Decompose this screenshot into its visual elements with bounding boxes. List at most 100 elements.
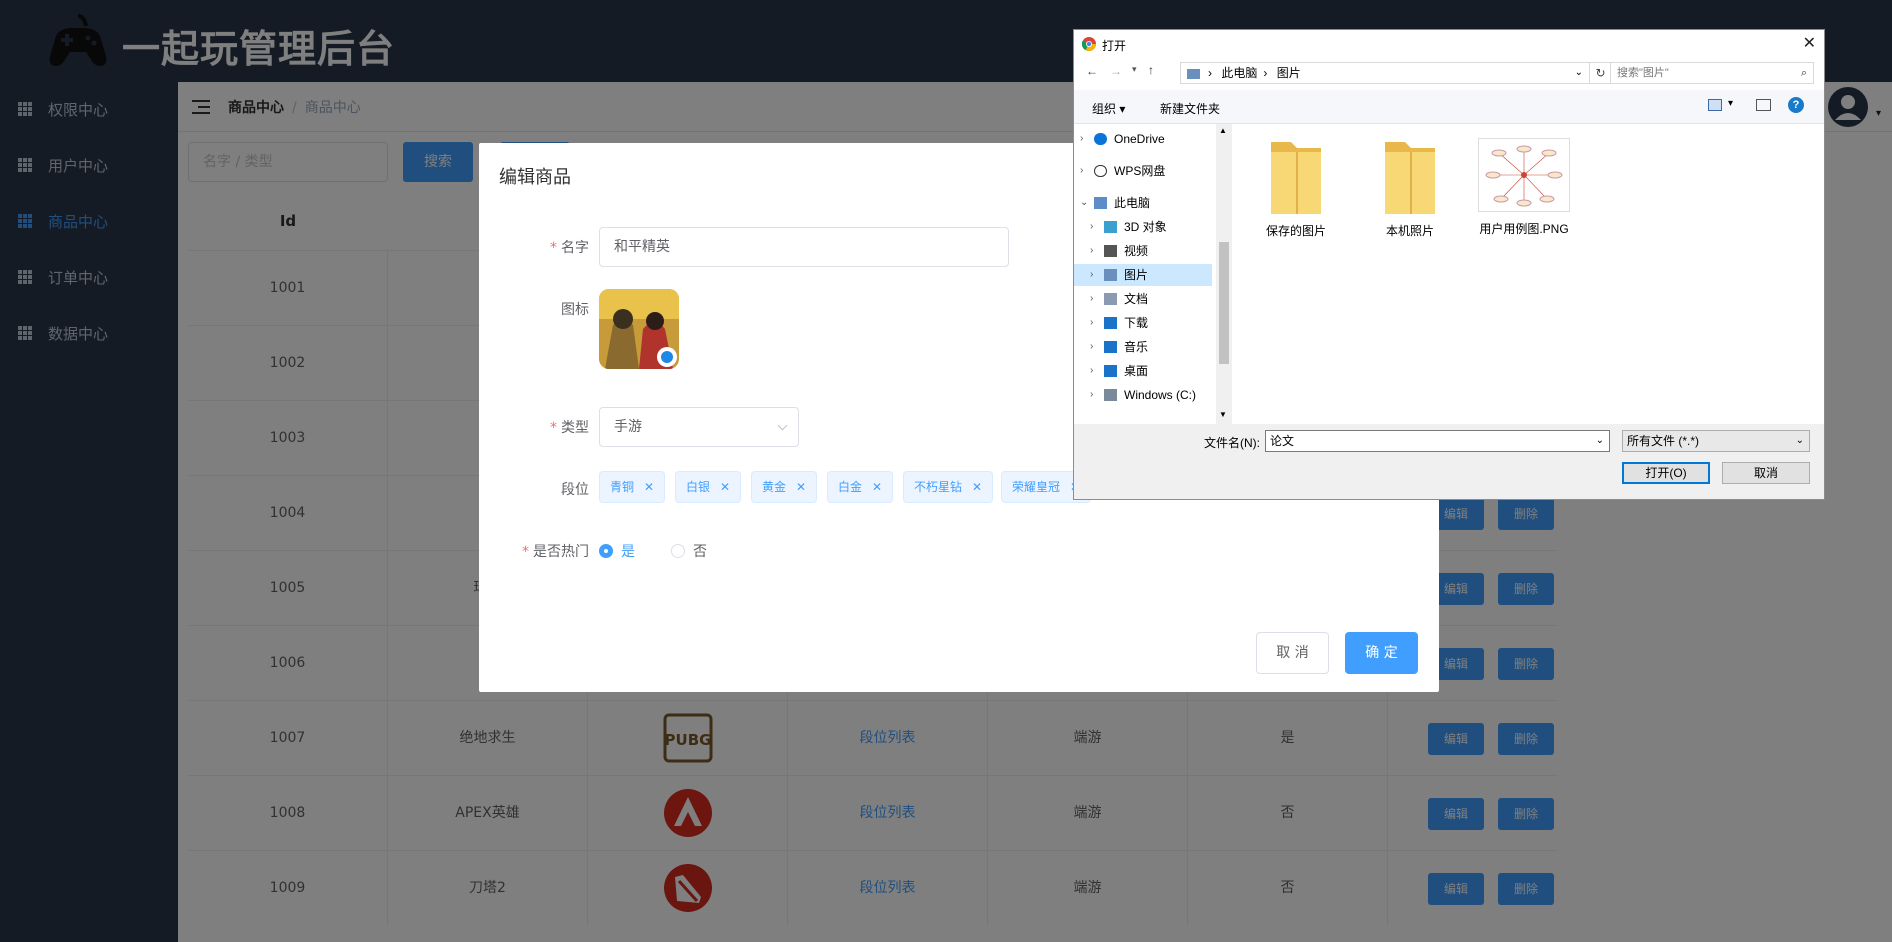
cloud-icon — [1094, 165, 1107, 177]
tree-item[interactable]: ⌄ 此电脑 — [1074, 192, 1212, 214]
pictures-icon — [1187, 68, 1200, 79]
close-icon[interactable]: ✕ — [1803, 33, 1816, 53]
address-bar[interactable]: › 此电脑 › 图片 ⌄ — [1180, 62, 1590, 84]
view-options-icon[interactable] — [1708, 99, 1722, 111]
tree-item[interactable]: › 桌面 — [1074, 360, 1212, 382]
file-item[interactable]: 用户用例图.PNG — [1474, 138, 1574, 237]
path-segment[interactable]: 图片 — [1277, 66, 1301, 80]
type-select[interactable]: 手游 — [599, 407, 799, 447]
tree-item[interactable]: › 图片 — [1074, 264, 1212, 286]
radio-checked-icon — [599, 544, 613, 558]
forward-arrow-icon[interactable]: → — [1110, 64, 1122, 78]
navigation-tree: › OneDrive › WPS网盘 ⌄ 此电脑 › 3D 对象 › 视频 › 图片 › 文档 › 下载 › 音乐… — [1074, 124, 1216, 424]
chevron-down-icon[interactable]: ⌄ — [1575, 63, 1583, 83]
chevron-down-icon[interactable]: ⌄ — [1080, 192, 1088, 214]
close-icon[interactable]: ✕ — [872, 480, 882, 494]
close-icon[interactable]: ✕ — [644, 480, 654, 494]
type-select-value: 手游 — [614, 419, 642, 435]
drive-icon — [1104, 389, 1117, 401]
tree-item[interactable]: › WPS网盘 — [1074, 160, 1212, 182]
chevron-right-icon[interactable]: › — [1080, 160, 1083, 182]
onedrive-icon — [1094, 133, 1107, 145]
dialog-cancel-button[interactable]: 取 消 — [1256, 632, 1329, 674]
chevron-right-icon[interactable]: › — [1090, 312, 1093, 334]
tree-item[interactable]: › 文档 — [1074, 288, 1212, 310]
up-arrow-icon[interactable]: ↑ — [1148, 63, 1154, 77]
game-cover-image — [599, 289, 679, 369]
icon-label: 图标 — [561, 302, 589, 318]
radio-unchecked-icon — [671, 544, 685, 558]
file-item[interactable]: 保存的图片 — [1246, 138, 1346, 239]
tree-item[interactable]: › 音乐 — [1074, 336, 1212, 358]
tree-item[interactable]: › OneDrive — [1074, 128, 1212, 150]
chevron-down-icon: ⌄ — [1795, 435, 1804, 446]
file-search-input[interactable]: 搜索"图片" ⌕ — [1610, 62, 1814, 84]
music-icon — [1104, 341, 1117, 353]
new-folder-button[interactable]: 新建文件夹 — [1160, 100, 1220, 117]
dialog-title: 编辑商品 — [499, 167, 571, 188]
download-icon — [1104, 317, 1117, 329]
back-arrow-icon[interactable]: ← — [1086, 64, 1098, 78]
dialog-confirm-button[interactable]: 确 定 — [1345, 632, 1418, 674]
name-input[interactable]: 和平精英 — [599, 227, 1009, 267]
game-icon-upload[interactable] — [599, 289, 679, 369]
scrollbar-thumb[interactable] — [1219, 242, 1229, 364]
file-dialog-titlebar: 打开 ✕ — [1074, 30, 1824, 58]
recent-chevron-icon[interactable]: ▾ — [1132, 64, 1137, 75]
chevron-down-icon[interactable]: ▾ — [1728, 98, 1733, 109]
tree-item[interactable]: › Windows (C:) — [1074, 384, 1212, 406]
chevron-right-icon[interactable]: › — [1090, 360, 1093, 382]
scroll-up-icon[interactable]: ▲ — [1219, 126, 1227, 135]
chevron-right-icon[interactable]: › — [1090, 264, 1093, 286]
file-name: 本机照片 — [1385, 224, 1434, 238]
file-list: 保存的图片 本机照片 用户用例图.PNG — [1232, 124, 1824, 424]
tree-scrollbar[interactable]: ▲ ▼ — [1216, 124, 1232, 424]
video-icon — [1104, 245, 1117, 257]
file-name: 保存的图片 — [1265, 224, 1326, 238]
filename-label: 文件名(N): — [1204, 436, 1260, 450]
close-icon[interactable]: ✕ — [796, 480, 806, 494]
3d-objects-icon — [1104, 221, 1117, 233]
open-file-button[interactable]: 打开(O) — [1622, 462, 1710, 484]
type-label: * 类型 — [550, 420, 589, 436]
file-type-select[interactable]: 所有文件 (*.*) ⌄ — [1622, 430, 1810, 452]
desktop-icon — [1104, 365, 1117, 377]
hot-radio-yes[interactable]: 是 — [599, 541, 635, 561]
tree-item-label: 桌面 — [1124, 364, 1149, 378]
tier-tag: 白金 ✕ — [827, 471, 894, 503]
path-segment[interactable]: 此电脑 — [1221, 66, 1257, 80]
chevron-right-icon[interactable]: › — [1080, 128, 1083, 150]
chevron-down-icon — [777, 420, 788, 431]
preview-pane-icon[interactable] — [1756, 99, 1771, 111]
tier-label: 段位 — [561, 482, 589, 498]
filename-input[interactable]: 论文 ⌄ — [1265, 430, 1610, 452]
tier-tag: 白银 ✕ — [675, 471, 742, 503]
help-icon[interactable]: ? — [1788, 97, 1804, 113]
file-cancel-button[interactable]: 取消 — [1722, 462, 1810, 484]
tier-tag: 黄金 ✕ — [751, 471, 818, 503]
scroll-down-icon[interactable]: ▼ — [1219, 410, 1227, 419]
file-open-dialog: 打开 ✕ ← → ▾ ↑ › 此电脑 › 图片 ⌄ ↻ 搜索"图片" ⌕ 组织 ▾… — [1073, 29, 1825, 500]
chevron-right-icon[interactable]: › — [1090, 216, 1093, 238]
refresh-icon[interactable]: ↻ — [1590, 62, 1612, 84]
chevron-down-icon[interactable]: ⌄ — [1596, 431, 1604, 451]
hot-radio-no[interactable]: 否 — [671, 541, 707, 561]
chevron-right-icon[interactable]: › — [1090, 240, 1093, 262]
chevron-right-icon[interactable]: › — [1090, 384, 1093, 406]
close-icon[interactable]: ✕ — [972, 480, 982, 494]
tree-item[interactable]: › 下载 — [1074, 312, 1212, 334]
tree-item[interactable]: › 3D 对象 — [1074, 216, 1212, 238]
file-dialog-nav: ← → ▾ ↑ › 此电脑 › 图片 ⌄ ↻ 搜索"图片" ⌕ — [1074, 58, 1824, 90]
tree-item-label: 视频 — [1124, 244, 1149, 258]
tree-item-label: 图片 — [1124, 268, 1149, 282]
close-icon[interactable]: ✕ — [720, 480, 730, 494]
chevron-right-icon[interactable]: › — [1090, 288, 1093, 310]
chrome-icon — [1082, 37, 1096, 51]
file-dialog-footer: 文件名(N): 论文 ⌄ 所有文件 (*.*) ⌄ 打开(O) 取消 — [1074, 424, 1824, 499]
organize-menu[interactable]: 组织 ▾ — [1092, 100, 1125, 117]
name-label: * 名字 — [550, 240, 589, 256]
file-item[interactable]: 本机照片 — [1360, 138, 1460, 239]
tree-item[interactable]: › 视频 — [1074, 240, 1212, 262]
pictures-icon — [1104, 269, 1117, 281]
chevron-right-icon[interactable]: › — [1090, 336, 1093, 358]
